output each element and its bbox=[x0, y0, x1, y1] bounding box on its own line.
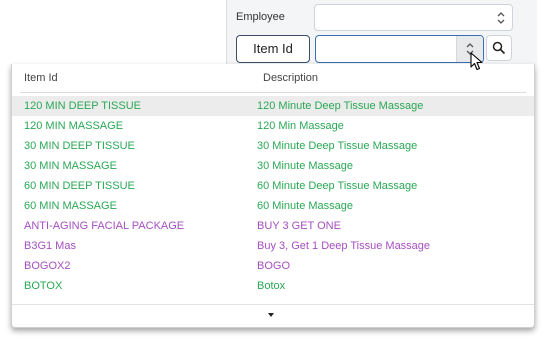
option-description: 30 Minute Massage bbox=[257, 160, 353, 172]
option-description: Buy 3, Get 1 Deep Tissue Massage bbox=[257, 240, 431, 252]
option-description: 120 Minute Deep Tissue Massage bbox=[257, 100, 424, 112]
dropdown-option[interactable]: BOTOX Botox bbox=[12, 276, 534, 296]
caret-down-icon[interactable] bbox=[268, 313, 274, 317]
dropdown-option[interactable]: 30 MIN MASSAGE 30 Minute Massage bbox=[12, 156, 534, 176]
column-header-description: Description bbox=[263, 72, 319, 84]
option-description: BOGO bbox=[257, 260, 291, 272]
option-item-id: B3G1 Mas bbox=[24, 240, 76, 252]
mouse-cursor-icon bbox=[470, 52, 483, 71]
dropdown-option[interactable]: B3G1 Mas Buy 3, Get 1 Deep Tissue Massage bbox=[12, 236, 534, 256]
item-id-filter-button[interactable]: Item Id bbox=[236, 35, 310, 63]
option-item-id: BOTOX bbox=[24, 280, 63, 292]
option-description: Botox bbox=[257, 280, 286, 292]
option-description: BUY 3 GET ONE bbox=[257, 220, 341, 232]
option-item-id: ANTI-AGING FACIAL PACKAGE bbox=[24, 220, 185, 232]
employee-select[interactable] bbox=[314, 4, 513, 31]
dropdown-header: Item Id Description bbox=[12, 64, 534, 92]
header-divider bbox=[20, 92, 526, 93]
dropdown-option[interactable]: ANTI-AGING FACIAL PACKAGE BUY 3 GET ONE bbox=[12, 216, 534, 236]
employee-label: Employee bbox=[236, 11, 285, 23]
option-description: 60 Minute Massage bbox=[257, 200, 353, 212]
dropdown-option[interactable]: 60 MIN DEEP TISSUE 60 Minute Deep Tissue … bbox=[12, 176, 534, 196]
option-item-id: 120 MIN DEEP TISSUE bbox=[24, 100, 141, 112]
dropdown-option[interactable]: 120 MIN MASSAGE 120 Min Massage bbox=[12, 116, 534, 136]
dropdown-option[interactable]: 60 MIN MASSAGE 60 Minute Massage bbox=[12, 196, 534, 216]
option-description: 120 Min Massage bbox=[257, 120, 344, 132]
search-icon bbox=[492, 41, 506, 55]
option-item-id: 60 MIN DEEP TISSUE bbox=[24, 180, 135, 192]
column-header-item-id: Item Id bbox=[24, 72, 58, 84]
dropdown-option[interactable]: 30 MIN DEEP TISSUE 30 Minute Deep Tissue … bbox=[12, 136, 534, 156]
option-item-id: BOGOX2 bbox=[24, 260, 71, 272]
option-description: 30 Minute Deep Tissue Massage bbox=[257, 140, 418, 152]
option-item-id: 60 MIN MASSAGE bbox=[24, 200, 117, 212]
item-id-select[interactable] bbox=[315, 35, 484, 63]
dropdown-rows: 120 MIN DEEP TISSUE 120 Minute Deep Tissu… bbox=[12, 96, 534, 296]
search-button[interactable] bbox=[486, 35, 512, 61]
option-item-id: 120 MIN MASSAGE bbox=[24, 120, 124, 132]
item-dropdown-popup: Item Id Description 120 MIN DEEP TISSUE 1… bbox=[11, 64, 535, 328]
option-description: 60 Minute Deep Tissue Massage bbox=[257, 180, 418, 192]
dropdown-option[interactable]: 120 MIN DEEP TISSUE 120 Minute Deep Tissu… bbox=[12, 96, 534, 116]
option-item-id: 30 MIN DEEP TISSUE bbox=[24, 140, 135, 152]
dropdown-footer[interactable] bbox=[12, 304, 534, 327]
option-item-id: 30 MIN MASSAGE bbox=[24, 160, 117, 172]
dropdown-option[interactable]: BOGOX2 BOGO bbox=[12, 256, 534, 276]
updown-chevron-icon bbox=[497, 12, 505, 24]
